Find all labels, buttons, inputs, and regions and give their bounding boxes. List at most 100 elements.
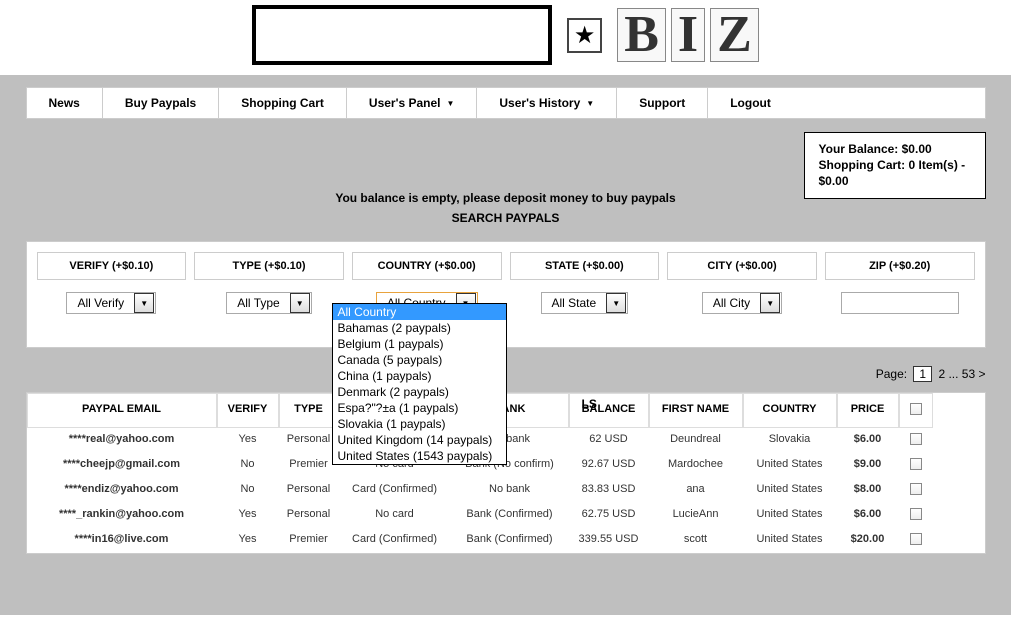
country-option[interactable]: Slovakia (1 paypals)	[333, 416, 506, 432]
table-cell: No bank	[451, 478, 569, 503]
search-title: SEARCH PAYPALS	[26, 211, 986, 225]
table-cell: Yes	[217, 528, 279, 553]
column-header: COUNTRY	[743, 393, 837, 428]
row-select-cell	[899, 428, 933, 453]
row-checkbox[interactable]	[910, 508, 922, 520]
table-cell: Bank (Confirmed)	[451, 528, 569, 553]
page-links[interactable]: 2 ... 53 >	[938, 367, 985, 381]
row-select-cell	[899, 478, 933, 503]
nav-item[interactable]: News	[27, 88, 103, 118]
logo-blank-box	[252, 5, 552, 65]
table-cell: Mardochee	[649, 453, 743, 478]
table-cell: $6.00	[837, 428, 899, 453]
select-all-cell	[899, 393, 933, 428]
row-select-cell	[899, 453, 933, 478]
table-cell: ana	[649, 478, 743, 503]
country-option[interactable]: United States (1543 paypals)	[333, 448, 506, 464]
table-cell: $20.00	[837, 528, 899, 553]
table-cell: Yes	[217, 503, 279, 528]
row-checkbox[interactable]	[910, 433, 922, 445]
table-cell: ****real@yahoo.com	[27, 428, 217, 453]
filter-head-verify: VERIFY (+$0.10)	[37, 252, 187, 280]
city-select[interactable]: All City ▼	[702, 292, 782, 314]
table-cell: 62.75 USD	[569, 503, 649, 528]
table-cell: $8.00	[837, 478, 899, 503]
state-select[interactable]: All State ▼	[541, 292, 629, 314]
row-checkbox[interactable]	[910, 533, 922, 545]
table-cell: United States	[743, 528, 837, 553]
table-cell: $9.00	[837, 453, 899, 478]
cart-line: Shopping Cart: 0 Item(s) - $0.00	[819, 157, 971, 189]
chevron-down-icon[interactable]: ▼	[290, 293, 310, 313]
table-cell: Premier	[279, 528, 339, 553]
country-option[interactable]: Canada (5 paypals)	[333, 352, 506, 368]
table-cell: Bank (Confirmed)	[451, 503, 569, 528]
filter-head-type: TYPE (+$0.10)	[194, 252, 344, 280]
country-option[interactable]: United Kingdom (14 paypals)	[333, 432, 506, 448]
nav-item[interactable]: Shopping Cart	[219, 88, 347, 118]
table-cell: United States	[743, 478, 837, 503]
filter-head-state: STATE (+$0.00)	[510, 252, 660, 280]
page-current[interactable]: 1	[913, 366, 932, 382]
table-cell: Personal	[279, 503, 339, 528]
table-cell: No card	[339, 503, 451, 528]
page-label: Page:	[876, 367, 907, 381]
city-select-label: All City	[703, 296, 760, 310]
table-row: ****endiz@yahoo.comNoPersonalCard (Confi…	[27, 478, 985, 503]
table-cell: Personal	[279, 428, 339, 453]
table-cell: ****endiz@yahoo.com	[27, 478, 217, 503]
table-row: ****in16@live.comYesPremierCard (Confirm…	[27, 528, 985, 553]
row-checkbox[interactable]	[910, 483, 922, 495]
table-cell: Premier	[279, 453, 339, 478]
country-option[interactable]: Belgium (1 paypals)	[333, 336, 506, 352]
table-cell: $6.00	[837, 503, 899, 528]
zip-input[interactable]	[841, 292, 959, 314]
table-cell: United States	[743, 503, 837, 528]
column-header: TYPE	[279, 393, 339, 428]
filter-head-city: CITY (+$0.00)	[667, 252, 817, 280]
filter-panel: VERIFY (+$0.10) TYPE (+$0.10) COUNTRY (+…	[26, 241, 986, 348]
country-option[interactable]: Espa?"?±a (1 paypals)	[333, 400, 506, 416]
obscured-text: LS	[582, 397, 597, 411]
country-option[interactable]: Bahamas (2 paypals)	[333, 320, 506, 336]
row-checkbox[interactable]	[910, 458, 922, 470]
column-header: BALANCE	[569, 393, 649, 428]
chevron-down-icon[interactable]: ▼	[606, 293, 626, 313]
table-cell: ****cheejp@gmail.com	[27, 453, 217, 478]
nav-item[interactable]: User's History▼	[477, 88, 617, 118]
table-cell: ****in16@live.com	[27, 528, 217, 553]
country-option[interactable]: All Country	[333, 304, 506, 320]
table-cell: 339.55 USD	[569, 528, 649, 553]
column-header: PRICE	[837, 393, 899, 428]
type-select-label: All Type	[227, 296, 289, 310]
main-nav: NewsBuy PaypalsShopping CartUser's Panel…	[26, 87, 986, 119]
table-row: ****_rankin@yahoo.comYesPersonalNo cardB…	[27, 503, 985, 528]
table-cell: Card (Confirmed)	[339, 478, 451, 503]
chevron-down-icon: ▼	[586, 99, 594, 108]
nav-item[interactable]: Buy Paypals	[103, 88, 219, 118]
nav-item[interactable]: Logout	[708, 88, 793, 118]
table-cell: Slovakia	[743, 428, 837, 453]
balance-box: Your Balance: $0.00 Shopping Cart: 0 Ite…	[804, 132, 986, 199]
biz-letter: I	[671, 8, 705, 62]
select-all-checkbox[interactable]	[910, 403, 922, 415]
table-cell: 62 USD	[569, 428, 649, 453]
chevron-down-icon[interactable]: ▼	[760, 293, 780, 313]
balance-line: Your Balance: $0.00	[819, 141, 971, 157]
country-option[interactable]: China (1 paypals)	[333, 368, 506, 384]
star-icon: ★	[567, 18, 602, 53]
filter-head-zip: ZIP (+$0.20)	[825, 252, 975, 280]
country-dropdown-list[interactable]: All CountryBahamas (2 paypals)Belgium (1…	[332, 303, 507, 465]
table-cell: Card (Confirmed)	[339, 528, 451, 553]
nav-item[interactable]: User's Panel▼	[347, 88, 477, 118]
column-header: FIRST NAME	[649, 393, 743, 428]
country-option[interactable]: Denmark (2 paypals)	[333, 384, 506, 400]
verify-select[interactable]: All Verify ▼	[66, 292, 156, 314]
table-cell: No	[217, 478, 279, 503]
table-cell: ****_rankin@yahoo.com	[27, 503, 217, 528]
state-select-label: All State	[542, 296, 607, 310]
nav-item[interactable]: Support	[617, 88, 708, 118]
verify-select-label: All Verify	[67, 296, 134, 310]
type-select[interactable]: All Type ▼	[226, 292, 311, 314]
chevron-down-icon[interactable]: ▼	[134, 293, 154, 313]
